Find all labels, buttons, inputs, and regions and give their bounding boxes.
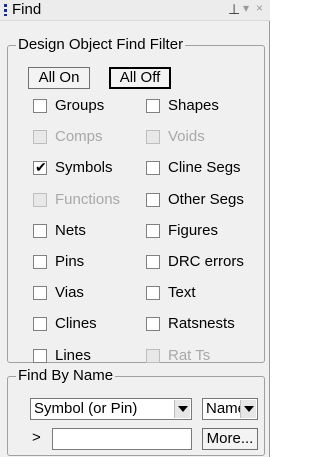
filter-item-drc-errors[interactable]: DRC errors bbox=[146, 253, 256, 272]
pins-checkbox[interactable] bbox=[33, 255, 47, 269]
comps-label: Comps bbox=[55, 128, 103, 146]
figures-checkbox[interactable] bbox=[146, 223, 160, 238]
name-input[interactable] bbox=[52, 428, 192, 450]
filter-item-clines[interactable]: Clines bbox=[33, 315, 143, 334]
object-type-select[interactable]: Symbol (or Pin) bbox=[30, 398, 192, 420]
voids-checkbox bbox=[146, 130, 160, 145]
filter-item-ratsnests[interactable]: Ratsnests bbox=[146, 315, 256, 334]
nets-checkbox[interactable] bbox=[33, 223, 47, 238]
functions-checkbox bbox=[33, 192, 47, 207]
filter-item-figures[interactable]: Figures bbox=[146, 221, 256, 241]
ratsnests-checkbox[interactable] bbox=[146, 317, 160, 332]
filter-item-lines[interactable]: Lines bbox=[33, 346, 143, 366]
filter-item-comps: Comps bbox=[33, 128, 143, 147]
pins-label: Pins bbox=[55, 253, 85, 270]
symbols-checkbox[interactable]: ✔ bbox=[33, 159, 47, 176]
panel-title: Find bbox=[12, 1, 42, 18]
functions-label: Functions bbox=[55, 190, 121, 208]
cline-segs-checkbox[interactable] bbox=[146, 161, 160, 176]
checkmark-icon: ✔ bbox=[35, 159, 47, 176]
other-segs-checkbox[interactable] bbox=[146, 192, 160, 207]
all-off-button[interactable]: All Off bbox=[109, 67, 171, 89]
vias-checkbox[interactable] bbox=[33, 286, 47, 301]
filter-item-groups[interactable]: Groups bbox=[33, 97, 143, 116]
filter-item-rat-ts: Rat Ts bbox=[146, 346, 256, 366]
ratsnests-label: Ratsnests bbox=[168, 315, 235, 333]
filter-item-functions: Functions bbox=[33, 190, 143, 210]
all-on-button[interactable]: All On bbox=[28, 67, 90, 89]
text-checkbox[interactable] bbox=[146, 286, 160, 301]
groups-label: Groups bbox=[55, 97, 105, 114]
lines-checkbox[interactable] bbox=[33, 348, 47, 363]
groups-checkbox[interactable] bbox=[33, 99, 47, 113]
chevron-down-icon[interactable] bbox=[174, 400, 190, 418]
filter-item-other-segs[interactable]: Other Segs bbox=[146, 190, 256, 210]
drag-grip-icon[interactable] bbox=[4, 4, 7, 16]
nets-label: Nets bbox=[55, 221, 86, 239]
filter-item-vias[interactable]: Vias bbox=[33, 284, 143, 303]
filter-item-cline-segs[interactable]: Cline Segs bbox=[146, 159, 256, 178]
rat-ts-checkbox bbox=[146, 348, 160, 363]
find-filter-legend: Design Object Find Filter bbox=[16, 36, 186, 53]
clines-checkbox[interactable] bbox=[33, 317, 47, 332]
text-label: Text bbox=[168, 284, 196, 302]
other-segs-label: Other Segs bbox=[168, 190, 244, 208]
pin-icon[interactable]: ⊥ bbox=[228, 1, 240, 18]
lines-label: Lines bbox=[55, 346, 91, 364]
figures-label: Figures bbox=[168, 221, 219, 239]
prompt-symbol: > bbox=[32, 429, 41, 446]
clines-label: Clines bbox=[55, 315, 97, 333]
find-by-name-legend: Find By Name bbox=[16, 367, 116, 384]
vias-label: Vias bbox=[55, 284, 84, 302]
match-mode-select[interactable]: Name bbox=[202, 398, 258, 420]
title-bar: Find ⊥ ▾ × bbox=[0, 0, 270, 21]
chevron-down-icon[interactable] bbox=[240, 400, 256, 418]
filter-item-nets[interactable]: Nets bbox=[33, 221, 143, 241]
symbols-label: Symbols bbox=[55, 159, 113, 177]
shapes-checkbox[interactable] bbox=[146, 99, 160, 113]
filter-item-symbols[interactable]: ✔ Symbols bbox=[33, 159, 143, 178]
find-panel: Find ⊥ ▾ × Design Object Find Filter All… bbox=[0, 0, 270, 457]
comps-checkbox bbox=[33, 130, 47, 145]
drc-errors-label: DRC errors bbox=[168, 253, 244, 270]
rat-ts-label: Rat Ts bbox=[168, 346, 211, 364]
shapes-label: Shapes bbox=[168, 97, 219, 114]
filter-item-shapes[interactable]: Shapes bbox=[146, 97, 256, 116]
more-button[interactable]: More... bbox=[202, 428, 258, 450]
filter-item-text[interactable]: Text bbox=[146, 284, 256, 303]
filter-item-pins[interactable]: Pins bbox=[33, 253, 143, 272]
voids-label: Voids bbox=[168, 128, 205, 146]
cline-segs-label: Cline Segs bbox=[168, 159, 241, 177]
menu-arrow-icon[interactable]: ▾ bbox=[243, 1, 249, 15]
filter-item-voids: Voids bbox=[146, 128, 256, 147]
close-icon[interactable]: × bbox=[256, 1, 263, 15]
object-type-value: Symbol (or Pin) bbox=[34, 400, 138, 417]
drc-errors-checkbox[interactable] bbox=[146, 255, 160, 269]
